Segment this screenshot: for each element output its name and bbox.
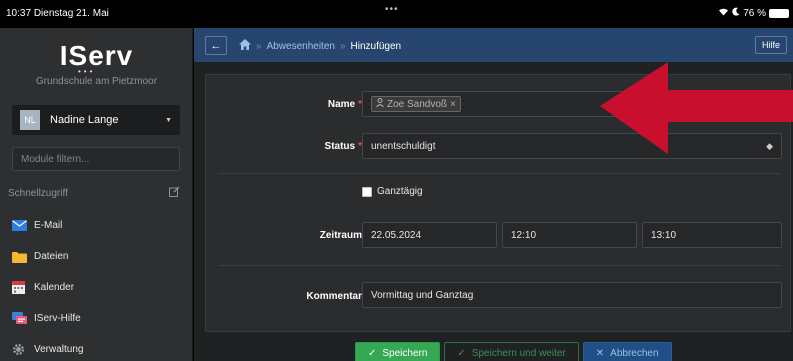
avatar: NL xyxy=(20,110,40,130)
user-menu-button[interactable]: NL Nadine Lange ▼ xyxy=(12,105,180,135)
edit-icon[interactable] xyxy=(169,184,180,202)
iserv-logo[interactable]: IServ xyxy=(0,40,193,72)
caret-down-icon: ▼ xyxy=(165,116,172,124)
period-label: Zeitraum xyxy=(319,230,362,241)
breadcrumb-current: Hinzufügen xyxy=(350,40,402,52)
help-button[interactable]: Hilfe xyxy=(754,36,787,54)
sidebar-item-iserv-help[interactable]: IServ-Hilfe xyxy=(0,303,193,334)
comment-input[interactable]: Vormittag und Ganztag xyxy=(362,282,782,308)
all-day-label: Ganztägig xyxy=(377,186,423,197)
comment-value: Vormittag und Ganztag xyxy=(371,289,474,301)
time-from-input[interactable]: 12:10 xyxy=(502,222,637,248)
calendar-icon xyxy=(12,281,34,294)
checkbox-box[interactable] xyxy=(362,186,372,197)
logo-dots: ••• xyxy=(78,67,96,76)
mail-icon xyxy=(12,220,34,231)
status-right: 76 % xyxy=(718,7,789,19)
comment-label: Kommentar xyxy=(306,291,362,302)
remove-tag-icon[interactable]: × xyxy=(450,99,456,110)
save-next-label: Speichern und weiter xyxy=(471,347,566,359)
check-icon: ✓ xyxy=(368,347,377,359)
cancel-button[interactable]: ✕ Abbrechen xyxy=(582,342,672,361)
breadcrumb: » Abwesenheiten » Hinzufügen xyxy=(239,39,401,53)
sidebar-item-files[interactable]: Dateien xyxy=(0,241,193,272)
breadcrumb-separator: » xyxy=(256,40,262,52)
top-bar: ← » Abwesenheiten » Hinzufügen Hilfe xyxy=(194,28,793,62)
breadcrumb-separator: » xyxy=(339,40,346,52)
status-value: unentschuldigt xyxy=(371,140,436,152)
annotation-arrow-icon xyxy=(600,62,793,154)
help-chat-icon xyxy=(12,312,34,325)
student-tag[interactable]: Zoe Sandvoß × xyxy=(371,96,461,112)
sidebar-item-email[interactable]: E-Mail xyxy=(0,210,193,241)
status-label: Status * xyxy=(324,141,362,152)
sidebar-item-label: Dateien xyxy=(34,251,69,262)
save-button[interactable]: ✓ Speichern xyxy=(355,342,441,361)
home-icon[interactable] xyxy=(239,39,251,53)
battery-icon xyxy=(769,8,789,18)
close-icon: ✕ xyxy=(595,347,605,359)
person-icon xyxy=(376,98,384,110)
module-filter-input[interactable] xyxy=(12,147,180,171)
back-button[interactable]: ← xyxy=(205,36,227,55)
user-name: Nadine Lange xyxy=(50,114,119,126)
moon-icon xyxy=(732,7,740,19)
sidebar-item-label: IServ-Hilfe xyxy=(34,313,81,324)
sidebar-item-calendar[interactable]: Kalender xyxy=(0,272,193,303)
folder-icon xyxy=(12,251,34,263)
sidebar-item-admin[interactable]: Verwaltung xyxy=(0,334,193,361)
date-input[interactable]: 22.05.2024 xyxy=(362,222,497,248)
gear-icon xyxy=(12,343,34,356)
time-to-value: 13:10 xyxy=(651,229,677,241)
school-name: Grundschule am Pietzmoor xyxy=(35,76,158,87)
time-from-value: 12:10 xyxy=(511,229,537,241)
multitask-dots[interactable]: ••• xyxy=(385,4,399,15)
check-icon: ✓ xyxy=(457,347,466,359)
all-day-checkbox[interactable]: Ganztägig xyxy=(362,186,423,197)
status-bar: 10:37 Dienstag 21. Mai ••• 76 % xyxy=(0,0,793,28)
battery-text: 76 % xyxy=(743,7,766,19)
name-label: Name * xyxy=(327,99,362,110)
sidebar-item-label: Verwaltung xyxy=(34,344,84,355)
quick-access-label: Schnellzugriff xyxy=(8,188,68,199)
divider xyxy=(218,173,780,174)
form-buttons: ✓ Speichern ✓ Speichern und weiter ✕ Abb… xyxy=(355,342,672,361)
save-and-continue-button[interactable]: ✓ Speichern und weiter xyxy=(444,342,579,361)
status-time: 10:37 Dienstag 21. Mai xyxy=(6,8,109,19)
sidebar: IServ ••• Grundschule am Pietzmoor NL Na… xyxy=(0,28,193,361)
wifi-icon xyxy=(718,7,729,19)
student-name: Zoe Sandvoß xyxy=(387,98,448,110)
cancel-label: Abbrechen xyxy=(610,347,659,359)
divider xyxy=(218,265,780,266)
date-value: 22.05.2024 xyxy=(371,229,422,241)
save-label: Speichern xyxy=(382,347,428,359)
time-to-input[interactable]: 13:10 xyxy=(642,222,782,248)
sidebar-nav: E-Mail Dateien Kalender IServ-Hilfe Verw… xyxy=(0,210,193,361)
sidebar-item-label: Kalender xyxy=(34,282,75,293)
sidebar-item-label: E-Mail xyxy=(34,220,63,231)
breadcrumb-absences[interactable]: Abwesenheiten xyxy=(267,41,335,52)
